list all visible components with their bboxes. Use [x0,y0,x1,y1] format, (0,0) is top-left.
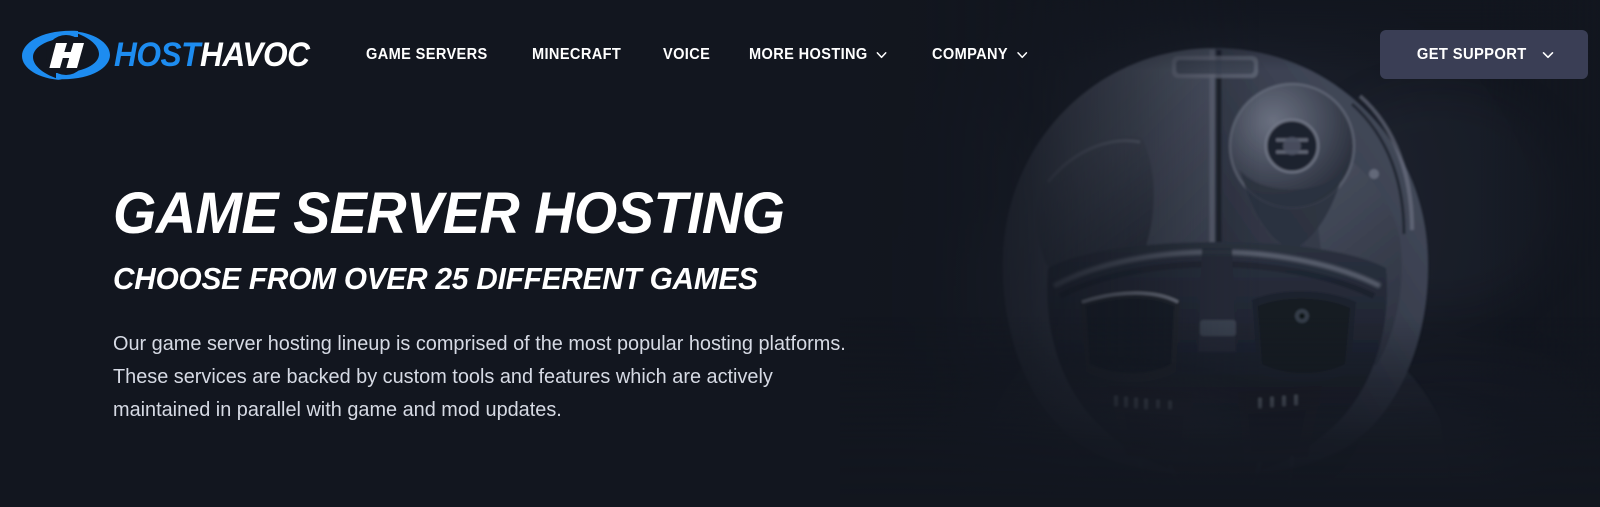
page-root: HOSTHAVOC GAME SERVERS MINECRAFT VOICE M… [0,0,1600,507]
get-support-label: GET SUPPORT [1416,45,1527,63]
get-support-button[interactable]: GET SUPPORT [1380,30,1588,79]
logo-wordmark: HOSTHAVOC [114,38,310,72]
logo-word-havoc: HAVOC [199,36,310,74]
nav-item-company[interactable]: COMPANY [932,38,1028,72]
nav-label: MINECRAFT [531,46,621,63]
hero-description: Our game server hosting lineup is compri… [113,332,846,421]
page-title: GAME SERVER HOSTING [113,181,785,246]
nav-item-voice[interactable]: VOICE [663,38,710,72]
nav-label: GAME SERVERS [366,46,488,63]
hosthavoc-swoosh-h-logo-icon [22,30,110,80]
nav-label: VOICE [662,46,710,63]
logo-word-host: HOST [114,36,200,74]
chevron-down-icon [1016,49,1028,61]
nav-label: MORE HOSTING [748,46,868,63]
chevron-down-icon [1542,49,1554,61]
nav-item-more-hosting[interactable]: MORE HOSTING [749,38,887,72]
site-logo[interactable]: HOSTHAVOC [20,27,324,83]
site-header: HOSTHAVOC GAME SERVERS MINECRAFT VOICE M… [0,0,1600,110]
nav-item-game-servers[interactable]: GAME SERVERS [366,38,488,72]
chevron-down-icon [876,49,887,61]
artwork-bottom-fade [840,317,1600,507]
main-navigation: GAME SERVERS MINECRAFT VOICE MORE HOSTIN… [366,0,1034,110]
nav-label: COMPANY [931,46,1009,63]
page-subtitle: CHOOSE FROM OVER 25 DIFFERENT GAMES [113,261,758,296]
nav-item-minecraft[interactable]: MINECRAFT [532,38,621,72]
hero-section: GAME SERVER HOSTING CHOOSE FROM OVER 25 … [113,185,943,426]
